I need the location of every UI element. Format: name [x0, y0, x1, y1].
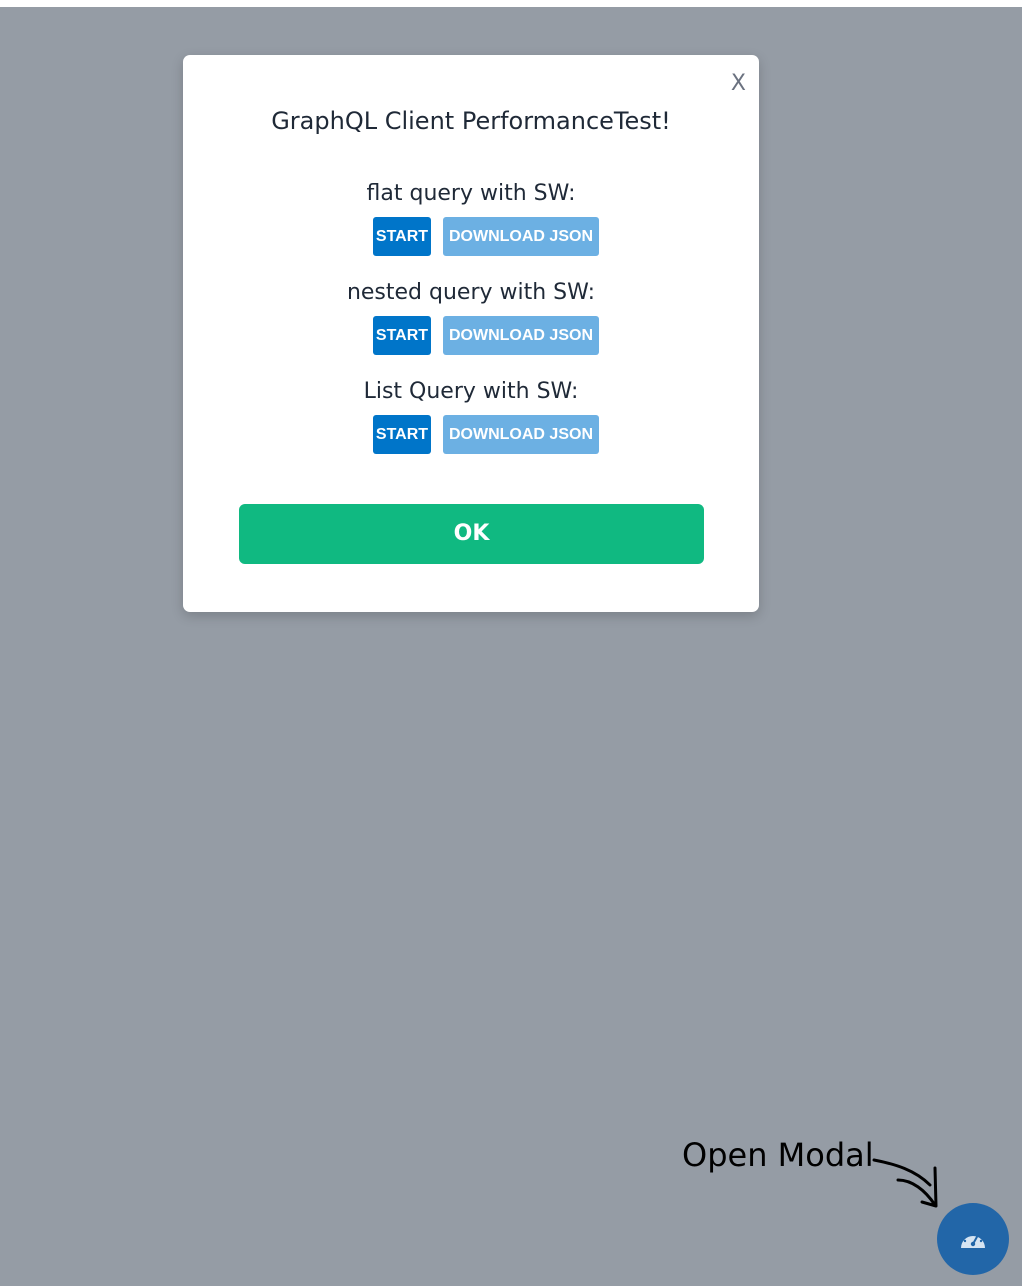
page-background-top: [0, 0, 1022, 7]
nested-query-start-button[interactable]: START: [373, 316, 431, 355]
nested-query-buttons: START DOWNLOAD JSON: [213, 316, 759, 355]
flat-query-section: flat query with SW: START DOWNLOAD JSON: [183, 179, 759, 256]
nested-query-label: nested query with SW:: [346, 280, 596, 305]
list-query-section: List Query with SW: START DOWNLOAD JSON: [183, 377, 759, 454]
open-modal-annotation: Open Modal: [682, 1136, 874, 1174]
speedometer-icon: [961, 1231, 985, 1248]
performance-test-modal: X GraphQL Client PerformanceTest! flat q…: [183, 55, 759, 612]
nested-query-section: nested query with SW: START DOWNLOAD JSO…: [183, 278, 759, 355]
list-query-label: List Query with SW:: [363, 379, 579, 404]
nested-query-download-button[interactable]: DOWNLOAD JSON: [443, 316, 599, 355]
close-button[interactable]: X: [731, 73, 746, 95]
ok-button[interactable]: OK: [239, 504, 704, 564]
annotation-arrow-icon: [872, 1158, 938, 1208]
modal-title: GraphQL Client PerformanceTest!: [271, 107, 671, 135]
flat-query-label: flat query with SW:: [366, 181, 576, 206]
list-query-buttons: START DOWNLOAD JSON: [213, 415, 759, 454]
list-query-download-button[interactable]: DOWNLOAD JSON: [443, 415, 599, 454]
flat-query-start-button[interactable]: START: [373, 217, 431, 256]
flat-query-buttons: START DOWNLOAD JSON: [213, 217, 759, 256]
flat-query-download-button[interactable]: DOWNLOAD JSON: [443, 217, 599, 256]
open-modal-button[interactable]: [937, 1203, 1009, 1275]
list-query-start-button[interactable]: START: [373, 415, 431, 454]
